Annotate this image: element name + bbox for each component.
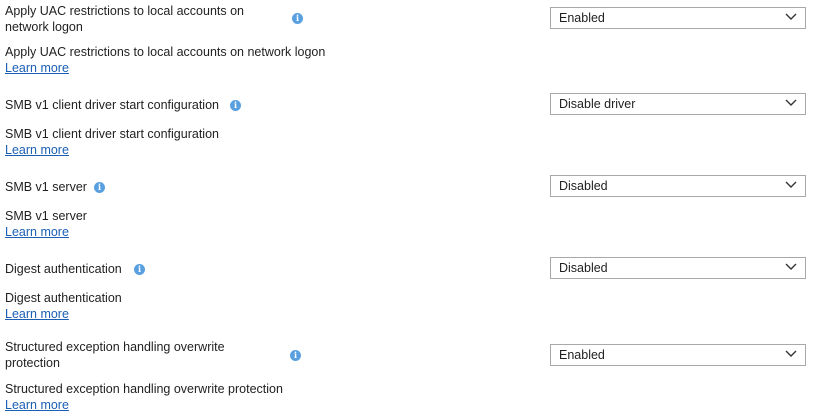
learn-more-link[interactable]: Learn more [5,306,69,322]
setting-label-text: Apply UAC restrictions to local accounts… [5,4,244,34]
setting-label-text: Structured exception handling overwrite … [5,340,225,370]
info-icon[interactable]: i [134,264,145,275]
learn-more-link[interactable]: Learn more [5,60,69,76]
setting-label-text: SMB v1 server [5,180,87,194]
setting-description: SMB v1 client driver start configuration [5,127,219,141]
setting-seh-overwrite-protection: Structured exception handling overwrite … [0,330,819,416]
learn-more-link[interactable]: Learn more [5,397,69,413]
setting-description: SMB v1 server [5,209,87,223]
uac-restrictions-dropdown[interactable]: Enabled [550,7,806,29]
dropdown-value: Disabled [559,179,608,193]
dropdown-value: Enabled [559,348,605,362]
setting-smb-v1-client-driver: SMB v1 client driver start configuration… [0,82,819,162]
setting-label: Structured exception handling overwrite … [5,339,245,371]
dropdown-value: Enabled [559,11,605,25]
smb-client-driver-dropdown[interactable]: Disable driver [550,93,806,115]
setting-label: Apply UAC restrictions to local accounts… [5,3,265,35]
setting-smb-v1-server: SMB v1 server i Disabled SMB v1 server L… [0,164,819,244]
setting-label-text: SMB v1 client driver start configuration [5,98,219,112]
info-icon[interactable]: i [94,182,105,193]
setting-uac-restrictions: Apply UAC restrictions to local accounts… [0,0,819,80]
setting-description: Structured exception handling overwrite … [5,382,283,396]
chevron-down-icon [785,263,797,270]
setting-digest-authentication: Digest authentication i Disabled Digest … [0,246,819,326]
setting-label-text: Digest authentication [5,262,122,276]
setting-label: Digest authentication [5,261,205,277]
chevron-down-icon [785,350,797,357]
smb-server-dropdown[interactable]: Disabled [550,175,806,197]
info-icon[interactable]: i [290,350,301,361]
chevron-down-icon [785,181,797,188]
chevron-down-icon [785,13,797,20]
info-icon[interactable]: i [230,100,241,111]
setting-description: Apply UAC restrictions to local accounts… [5,45,326,59]
seh-overwrite-protection-dropdown[interactable]: Enabled [550,344,806,366]
learn-more-link[interactable]: Learn more [5,224,69,240]
dropdown-value: Disable driver [559,97,636,111]
learn-more-link[interactable]: Learn more [5,142,69,158]
chevron-down-icon [785,99,797,106]
setting-label: SMB v1 server [5,179,205,195]
info-icon[interactable]: i [292,13,303,24]
setting-description: Digest authentication [5,291,122,305]
dropdown-value: Disabled [559,261,608,275]
setting-label: SMB v1 client driver start configuration [5,97,305,113]
digest-authentication-dropdown[interactable]: Disabled [550,257,806,279]
